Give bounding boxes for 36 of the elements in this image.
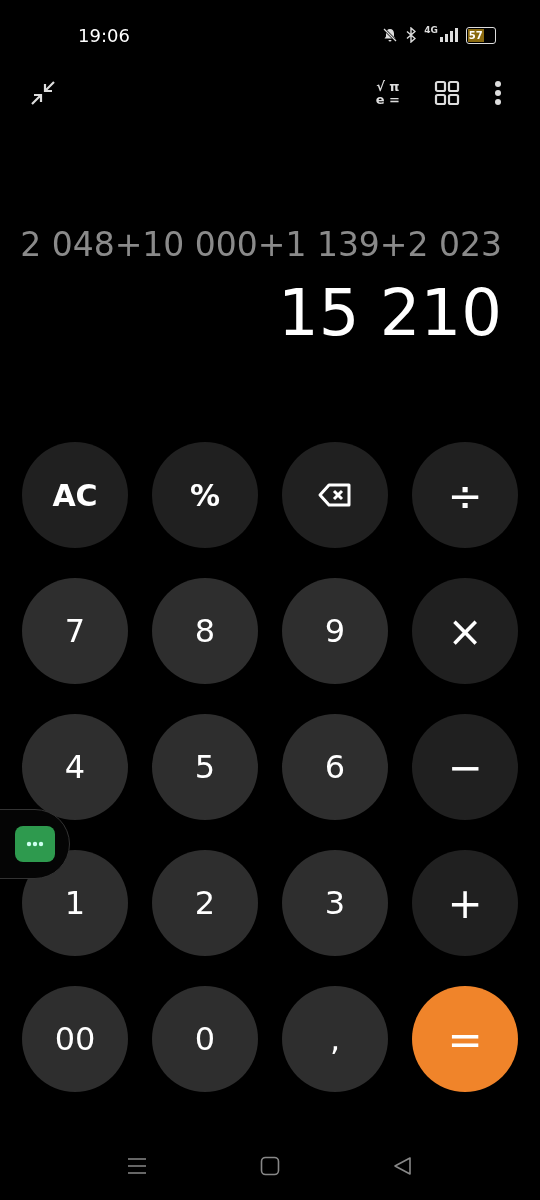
signal-icon: [440, 28, 458, 42]
grid-icon[interactable]: [434, 79, 460, 106]
backspace-icon: [317, 482, 353, 508]
key-button[interactable]: 6: [282, 714, 388, 820]
floating-bubble[interactable]: [0, 809, 70, 879]
key-button[interactable]: 0: [152, 986, 258, 1092]
key-button[interactable]: 4: [22, 714, 128, 820]
menu-icon[interactable]: [126, 1157, 147, 1175]
chat-icon[interactable]: [15, 826, 55, 862]
key-button[interactable]: 1: [22, 850, 128, 956]
key-button[interactable]: 5: [152, 714, 258, 820]
home-icon[interactable]: [260, 1156, 280, 1176]
result-text: 15 210: [278, 276, 502, 350]
key-button[interactable]: ÷: [412, 442, 518, 548]
battery-indicator: 57: [466, 26, 496, 44]
collapse-icon[interactable]: [30, 79, 56, 106]
expression-text: 2 048+10 000+1 139+2 023: [20, 225, 502, 264]
bell-muted-icon: [382, 27, 399, 43]
key-button[interactable]: %: [152, 442, 258, 548]
key-button[interactable]: 9: [282, 578, 388, 684]
key-button[interactable]: 8: [152, 578, 258, 684]
key-button[interactable]: ×: [412, 578, 518, 684]
key-button[interactable]: 00: [22, 986, 128, 1092]
bluetooth-icon: [406, 27, 417, 43]
key-button[interactable]: AC: [22, 442, 128, 548]
back-icon[interactable]: [393, 1156, 414, 1176]
key-button[interactable]: 7: [22, 578, 128, 684]
more-options-icon[interactable]: [494, 79, 502, 106]
key-button[interactable]: −: [412, 714, 518, 820]
key-button[interactable]: 2: [152, 850, 258, 956]
key-button[interactable]: 3: [282, 850, 388, 956]
status-time: 19:06: [78, 24, 130, 46]
network-label: 4G: [424, 24, 438, 35]
key-button[interactable]: +: [412, 850, 518, 956]
key-button[interactable]: ,: [282, 986, 388, 1092]
scientific-toggle[interactable]: √ π e =: [375, 79, 400, 106]
